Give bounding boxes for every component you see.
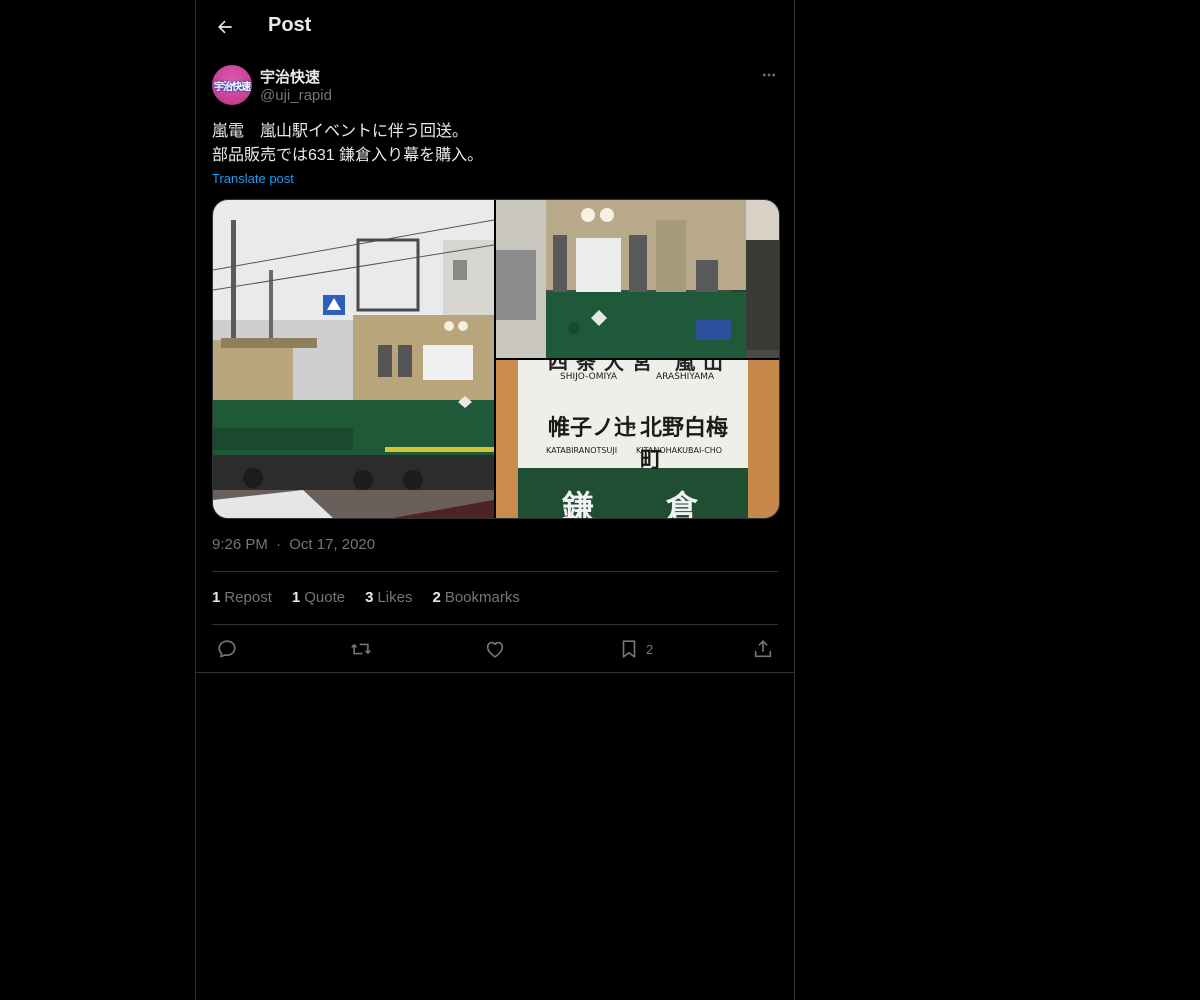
media-grid: 四条大宮 嵐山 SHIJO-OMIYA ARASHIYAMA 帷子ノ辻 ↔ 北野…	[212, 199, 780, 519]
arrow-left-icon	[218, 20, 232, 34]
post-text: 嵐電 嵐山駅イベントに伴う回送。 部品販売では631 鎌倉入り幕を購入。	[212, 120, 778, 168]
sign-top-roman-left: SHIJO-OMIYA	[560, 372, 618, 382]
sign-bottom: 鎌 倉	[562, 488, 719, 518]
engagement-stats: 1 Repost 1 Quote 3 Likes 2 Bookmarks	[212, 589, 520, 609]
repost-button[interactable]	[350, 634, 372, 664]
repost-icon	[351, 643, 371, 655]
post-text-line: 嵐電 嵐山駅イベントに伴う回送。	[212, 123, 469, 140]
post-timestamp[interactable]: 9:26 PM · Oct 17, 2020	[212, 536, 375, 553]
sign-top-roman-right: ARASHIYAMA	[656, 372, 715, 382]
translate-post-link[interactable]: Translate post	[212, 171, 294, 186]
media-photo-tram[interactable]	[213, 200, 494, 518]
post-date: Oct 17, 2020	[289, 536, 376, 553]
more-icon	[763, 73, 775, 77]
reposts-stat[interactable]: 1 Repost	[212, 589, 272, 609]
media-photo-tram-closeup[interactable]	[496, 200, 779, 358]
sign-roman-left: KATABIRANOTSUJI	[546, 446, 618, 455]
reposts-label: Repost	[224, 589, 272, 606]
likes-label: Likes	[377, 589, 413, 606]
bookmarks-count: 2	[432, 589, 441, 606]
likes-stat[interactable]: 3 Likes	[365, 589, 412, 609]
action-bar: 2	[212, 634, 778, 664]
avatar-text: 宇治快速	[214, 81, 251, 93]
top-bar: Post	[196, 0, 794, 53]
post-time: 9:26 PM	[212, 536, 268, 553]
like-button[interactable]	[484, 634, 506, 664]
bookmark-icon	[622, 640, 636, 658]
divider	[196, 672, 794, 673]
divider	[212, 571, 778, 572]
reply-icon	[218, 640, 236, 658]
tram-photo-icon	[213, 200, 494, 518]
tram-closeup-photo-icon	[496, 200, 779, 358]
primary-column: Post 宇治快速 宇治快速 @uji_rapid 嵐電 嵐山駅イベントに伴う回…	[195, 0, 795, 1000]
back-button[interactable]	[208, 10, 242, 44]
avatar[interactable]: 宇治快速	[212, 65, 252, 105]
share-icon	[754, 640, 772, 658]
bookmarks-label: Bookmarks	[444, 589, 520, 606]
reposts-count: 1	[212, 589, 221, 606]
author-handle[interactable]: @uji_rapid	[260, 87, 332, 104]
sign-roman-right: KITANOHAKUBAI-CHO	[636, 446, 723, 455]
reply-button[interactable]	[216, 634, 238, 664]
post-text-line: 部品販売では631 鎌倉入り幕を購入。	[212, 147, 484, 164]
sign-main-left: 帷子ノ辻	[548, 416, 637, 441]
sign-main-right: 北野白梅町	[640, 416, 729, 473]
bookmarks-stat[interactable]: 2 Bookmarks	[432, 589, 519, 609]
media-photo-destination-sign[interactable]: 四条大宮 嵐山 SHIJO-OMIYA ARASHIYAMA 帷子ノ辻 ↔ 北野…	[496, 360, 779, 518]
sign-arrow: ↔	[626, 420, 637, 434]
share-button[interactable]	[752, 634, 774, 664]
quotes-label: Quote	[304, 589, 346, 606]
likes-count: 3	[365, 589, 374, 606]
quotes-stat[interactable]: 1 Quote	[292, 589, 345, 609]
quotes-count: 1	[291, 589, 301, 606]
more-options-button[interactable]	[758, 64, 780, 86]
divider	[212, 624, 778, 625]
timestamp-separator: ·	[276, 536, 282, 553]
author-display-name[interactable]: 宇治快速	[260, 66, 320, 87]
page-title: Post	[268, 14, 312, 36]
bookmark-count: 2	[646, 641, 654, 657]
bookmark-button[interactable]: 2	[618, 634, 653, 664]
heart-icon	[486, 641, 504, 658]
